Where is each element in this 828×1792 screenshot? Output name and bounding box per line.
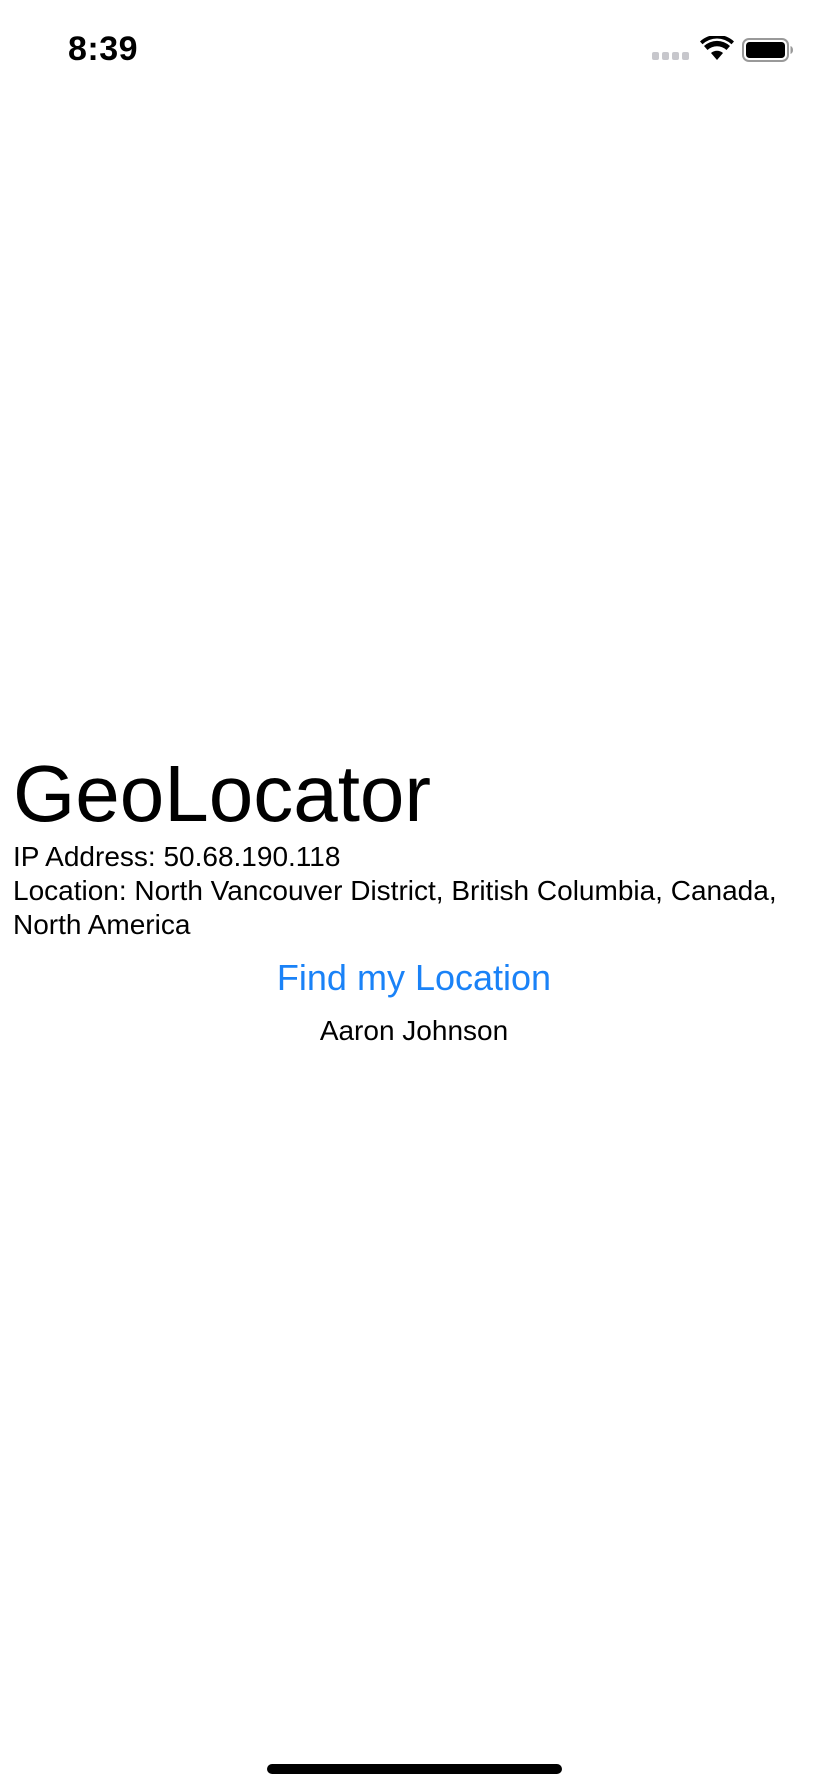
author-name: Aaron Johnson (319, 1015, 509, 1046)
status-time: 8:39 (68, 30, 139, 68)
info-section: GeoLocator IP Address: 50.68.190.118 Loc… (13, 748, 818, 942)
status-bar: 8:39 (0, 0, 828, 100)
cellular-signal-icon (652, 52, 692, 62)
app-title: GeoLocator (13, 749, 432, 838)
battery-icon (742, 38, 793, 62)
home-indicator[interactable] (267, 1764, 562, 1774)
wifi-icon (700, 36, 734, 60)
ip-address-label: IP Address: 50.68.190.118 (13, 841, 341, 872)
location-label: Location: North Vancouver District, Brit… (13, 875, 777, 940)
find-my-location-button[interactable]: Find my Location (0, 956, 828, 1000)
